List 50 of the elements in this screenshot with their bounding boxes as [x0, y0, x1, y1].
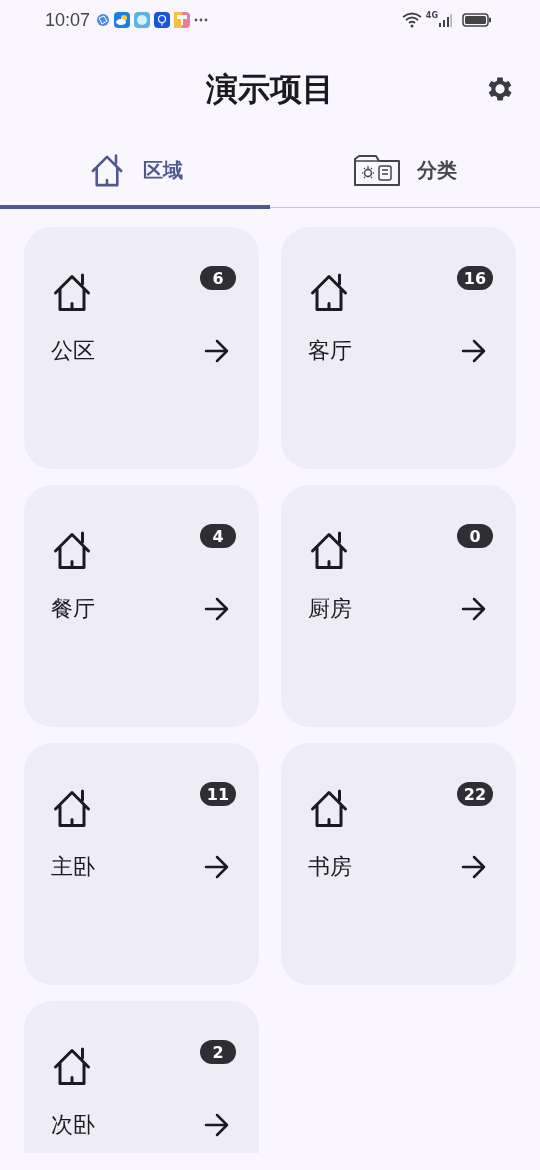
house-icon	[308, 788, 350, 830]
arrow-right-icon	[461, 855, 487, 879]
arrow-right-icon	[461, 597, 487, 621]
house-icon	[51, 272, 93, 314]
area-name: 厨房	[308, 595, 352, 623]
count-badge: 2	[200, 1040, 236, 1064]
area-name: 主卧	[51, 853, 95, 881]
arrow-right-icon	[204, 597, 230, 621]
tab[interactable]: 区域	[0, 140, 270, 209]
wifi-icon	[401, 12, 422, 28]
area-card[interactable]: 16 客厅	[281, 227, 516, 469]
weather-icon	[114, 12, 131, 28]
area-card[interactable]: 4 餐厅	[24, 485, 259, 727]
status-time: 10:07	[45, 9, 91, 31]
network-type: 4G	[425, 11, 438, 20]
arrow-right-icon	[204, 855, 230, 879]
count-badge: 4	[200, 524, 236, 548]
count-badge: 22	[457, 782, 493, 806]
paint-app-icon	[174, 12, 191, 28]
battery-icon	[462, 13, 492, 27]
house-icon	[308, 530, 350, 572]
signal-icon	[438, 13, 452, 27]
arrow-right-icon	[204, 339, 230, 363]
area-name: 客厅	[308, 337, 352, 365]
count-badge: 16	[457, 266, 493, 290]
house-icon	[51, 1046, 93, 1088]
area-card[interactable]: 6 公区	[24, 227, 259, 469]
area-card[interactable]: 0 厨房	[281, 485, 516, 727]
arrow-right-icon	[461, 339, 487, 363]
count-badge: 6	[200, 266, 236, 290]
area-card[interactable]: 22 书房	[281, 743, 516, 985]
area-card[interactable]: 2 次卧	[24, 1001, 259, 1153]
area-name: 公区	[51, 337, 95, 365]
tab[interactable]: 分类	[270, 140, 540, 207]
page-title: 演示项目	[206, 69, 334, 110]
folder-icon	[353, 152, 401, 189]
app-icon	[134, 12, 151, 28]
area-name: 餐厅	[51, 595, 95, 623]
area-card[interactable]: 11 主卧	[24, 743, 259, 985]
count-badge: 11	[200, 782, 236, 806]
area-name: 次卧	[51, 1111, 95, 1139]
area-name: 书房	[308, 853, 352, 881]
globe-icon	[96, 13, 111, 27]
house-icon	[308, 272, 350, 314]
count-badge: 0	[457, 524, 493, 548]
lightbulb-icon	[154, 12, 171, 28]
house-icon	[51, 788, 93, 830]
house-icon	[51, 530, 93, 572]
more-icon	[194, 18, 209, 22]
arrow-right-icon	[204, 1113, 230, 1137]
